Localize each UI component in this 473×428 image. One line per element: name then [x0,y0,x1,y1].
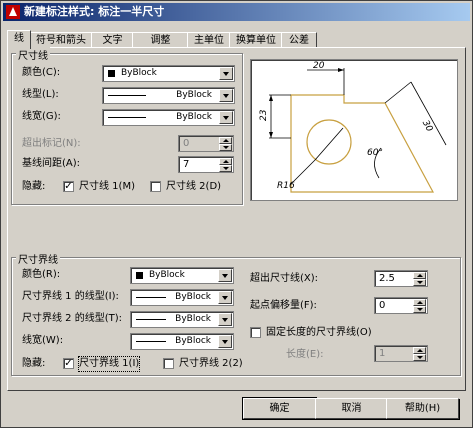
ext-linetype2-value: ByBlock [175,314,211,324]
color-swatch [136,272,143,279]
tab-alternate-units[interactable]: 换算单位 [229,32,283,48]
ext-linetype1-combo[interactable]: ByBlock [130,289,234,306]
tab-lines[interactable]: 线 [7,30,31,49]
suppress-ext-line-2-checkbox[interactable] [163,358,174,369]
ext-lines-group-title: 尺寸界线 [16,251,60,266]
chevron-down-icon[interactable] [218,269,232,282]
extend-ticks-value: 0 [183,138,190,149]
dim-color-value: ByBlock [121,68,157,78]
ext-color-label: 颜色(R): [22,269,61,280]
offset-label: 起点偏移量(F): [250,300,317,311]
spin-down-icon[interactable] [413,306,426,313]
ext-color-combo[interactable]: ByBlock [130,267,234,284]
extend-beyond-spinner[interactable]: 2.5 [374,270,428,287]
suppress-dim-line-1-checkbox[interactable]: ✓ [63,181,74,192]
lineweight-sample [136,341,166,342]
dim-lineweight-label: 线宽(G): [22,111,61,122]
tab-symbols-arrows[interactable]: 符号和箭头 [29,32,93,48]
spin-up-icon[interactable] [413,299,426,306]
ext-suppress-label: 隐藏: [22,358,46,369]
length-spinner: 1 [374,345,428,362]
length-value: 1 [379,348,386,359]
suppress-ext-line-1-label[interactable]: 尺寸界线 1(I) [77,356,141,372]
spin-up-icon [219,137,232,144]
dim-linetype-combo[interactable]: ByBlock [102,87,235,104]
cancel-button[interactable]: 取消 [315,398,388,419]
length-label: 长度(E): [286,349,324,360]
dialog-window: 新建标注样式: 标注一半尺寸 线 符号和箭头 文字 调整 主单位 换算单位 公差… [0,0,473,428]
spin-down-icon [413,354,426,361]
ext-lineweight-combo[interactable]: ByBlock [130,333,234,350]
tab-tolerances[interactable]: 公差 [281,32,317,48]
dim-color-combo[interactable]: ByBlock [102,65,235,82]
dim-linetype-value: ByBlock [176,90,212,100]
suppress-ext-line-1-checkbox[interactable]: ✓ [63,358,74,369]
extend-ticks-label: 超出标记(N): [22,138,81,149]
fixed-length-checkbox[interactable] [250,327,261,338]
suppress-dim-line-1-label[interactable]: 尺寸线 1(M) [79,180,135,194]
chevron-down-icon[interactable] [219,111,233,124]
lineweight-sample [108,117,146,118]
help-button[interactable]: 帮助(H) [386,398,459,419]
suppress-ext-line-2-label[interactable]: 尺寸界线 2(2) [179,357,243,371]
ext-linetype2-label: 尺寸界线 2 的线型(T): [22,313,122,324]
extend-ticks-spinner: 0 [178,135,234,152]
offset-spinner[interactable]: 0 [374,297,428,314]
spin-down-icon [219,144,232,151]
dim-lines-group-title: 尺寸线 [16,47,50,62]
extend-beyond-value: 2.5 [379,273,395,284]
suppress-dim-line-2-checkbox[interactable] [150,181,161,192]
ext-lineweight-label: 线宽(W): [22,335,64,346]
fixed-length-label[interactable]: 固定长度的尺寸界线(O) [266,326,372,340]
preview-dim-top: 20 [313,61,325,71]
spin-up-icon[interactable] [219,158,232,165]
dim-lineweight-combo[interactable]: ByBlock [102,109,235,126]
spin-up-icon [413,347,426,354]
chevron-down-icon[interactable] [218,313,232,326]
suppress-dim-line-2-label[interactable]: 尺寸线 2(D) [166,180,221,194]
preview-dim-radius: R16 [277,181,295,191]
title-bar[interactable]: 新建标注样式: 标注一半尺寸 [3,3,470,21]
dim-linetype-label: 线型(L): [22,89,59,100]
chevron-down-icon[interactable] [218,335,232,348]
preview-pane: 20 23 30 60° R16 [250,59,458,201]
chevron-down-icon[interactable] [219,67,233,80]
tab-primary-units[interactable]: 主单位 [187,32,231,48]
baseline-spacing-label: 基线间距(A): [22,158,81,169]
preview-dim-angle: 60° [367,148,383,158]
linetype-sample [136,319,166,320]
app-icon [6,5,20,19]
dim-lineweight-value: ByBlock [176,112,212,122]
offset-value: 0 [379,300,386,311]
baseline-spacing-spinner[interactable]: 7 [178,156,234,173]
linetype-sample [108,95,146,96]
spin-down-icon[interactable] [219,165,232,172]
tab-fit[interactable]: 调整 [132,32,189,48]
spin-up-icon[interactable] [413,272,426,279]
ok-button[interactable]: 确定 [242,397,317,420]
preview-dim-right: 30 [420,119,434,134]
color-swatch [108,70,115,77]
preview-dim-left: 23 [259,109,269,121]
extend-beyond-label: 超出尺寸线(X): [250,273,319,284]
dim-color-label: 颜色(C): [22,67,61,78]
ext-lineweight-value: ByBlock [175,336,211,346]
linetype-sample [136,297,166,298]
preview-drawing: 20 23 30 60° R16 [259,61,447,193]
chevron-down-icon[interactable] [218,291,232,304]
window-title: 新建标注样式: 标注一半尺寸 [24,5,165,18]
ext-linetype1-value: ByBlock [175,292,211,302]
chevron-down-icon[interactable] [219,89,233,102]
tab-text[interactable]: 文字 [91,32,134,48]
ext-linetype1-label: 尺寸界线 1 的线型(I): [22,291,119,302]
baseline-spacing-value: 7 [183,159,190,170]
ext-color-value: ByBlock [149,270,185,280]
spin-down-icon[interactable] [413,279,426,286]
dim-suppress-label: 隐藏: [22,181,46,192]
ext-linetype2-combo[interactable]: ByBlock [130,311,234,328]
